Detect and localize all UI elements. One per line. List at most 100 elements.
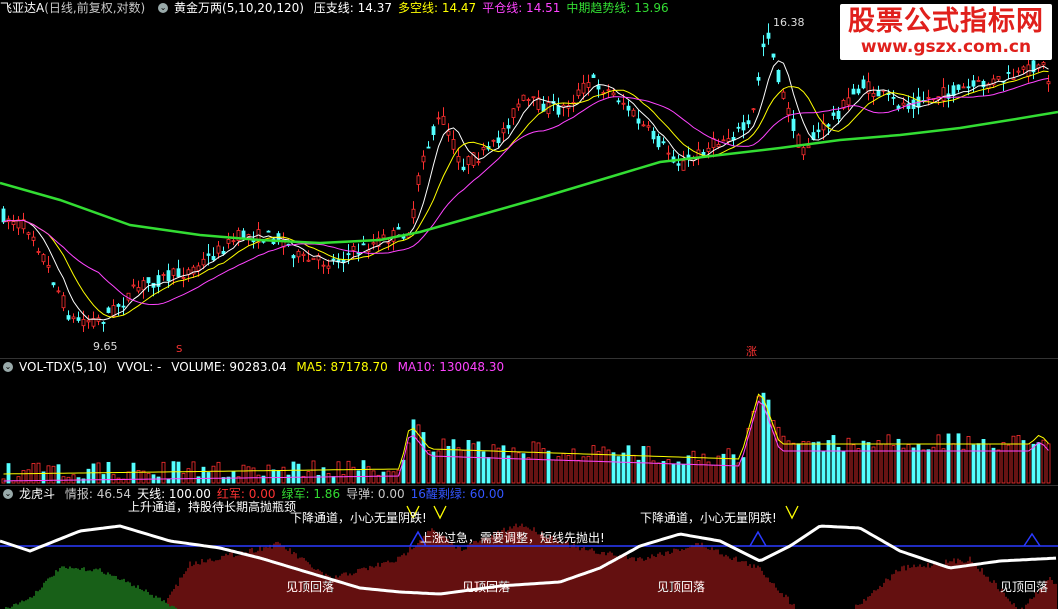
volume-pane[interactable]: ⌄ VOL-TDX(5,10) VVOL: - VOLUME: 90283.04 … — [0, 359, 1058, 485]
longhudou-name[interactable]: 龙虎斗 — [19, 487, 55, 501]
volume-chart[interactable] — [0, 359, 1058, 485]
candle-body — [381, 234, 386, 239]
lhd-field-4: 导弹: 0.00 — [346, 487, 405, 501]
candle-body — [801, 147, 806, 156]
volume-header: ⌄ VOL-TDX(5,10) VVOL: - VOLUME: 90283.04 … — [0, 359, 510, 375]
volume-bar — [276, 470, 281, 484]
candle-body — [351, 246, 356, 251]
volume-bar — [381, 471, 386, 484]
volume-bar — [101, 474, 106, 484]
volume-bar — [1036, 442, 1041, 484]
candle-body — [851, 88, 856, 95]
candle-body — [606, 89, 611, 92]
candle-body — [36, 251, 41, 253]
longhudou-pane[interactable]: ⌄ 龙虎斗 情报: 46.54 天线: 100.00 红军: 0.00 绿军: 1.86… — [0, 486, 1058, 609]
volume-bar — [591, 445, 596, 484]
candle-body — [706, 147, 711, 152]
volume-bar — [806, 441, 811, 484]
candle-body — [641, 124, 646, 127]
volume-bar — [16, 476, 21, 484]
volume-bar — [471, 443, 476, 484]
candle-body — [121, 305, 126, 308]
volume-bar — [651, 460, 656, 484]
candle-body — [491, 139, 496, 142]
volume-bar — [296, 463, 301, 484]
volume-menu-icon[interactable]: ⌄ — [3, 361, 13, 372]
candle-body — [51, 282, 56, 286]
volume-bar — [231, 471, 236, 484]
volume-bar — [921, 449, 926, 484]
candle-body — [636, 118, 641, 124]
note-peak-3: 见顶回落 — [657, 580, 706, 594]
volume-bar — [286, 474, 291, 484]
volume-bar — [926, 449, 931, 484]
candle-body — [591, 74, 596, 78]
candle-body — [11, 221, 16, 225]
candle-body — [586, 82, 591, 88]
volume-bar — [756, 396, 761, 484]
candle-body — [211, 256, 216, 261]
candle-body — [501, 128, 506, 134]
candle-body — [431, 126, 436, 135]
volume-bar — [796, 443, 801, 484]
candle-body — [626, 105, 631, 111]
candle-body — [616, 100, 621, 103]
candle-body — [631, 109, 636, 117]
candle-body — [451, 139, 456, 150]
volume-bar — [931, 446, 936, 484]
indicator-menu-icon[interactable]: ⌄ — [158, 2, 169, 13]
candle-body — [66, 315, 71, 320]
candle-body — [26, 232, 31, 235]
volume-bar — [561, 453, 566, 484]
volume-bar — [1016, 435, 1021, 484]
main-chart-pane[interactable]: 飞亚达A(日线,前复权,对数) ⌄ 黄金万两(5,10,20,120) 压支线: … — [0, 0, 1058, 358]
volume-bar — [326, 473, 331, 484]
volume-bar — [251, 467, 256, 484]
volume-bar — [141, 470, 146, 484]
volume-bar — [811, 442, 816, 484]
volume-bar — [216, 461, 221, 484]
candle-body — [666, 152, 671, 155]
volume-ma10: MA10: 130048.30 — [397, 360, 505, 374]
candle-body — [721, 139, 726, 142]
volume-bar — [426, 450, 431, 484]
volume-bar — [1021, 440, 1026, 484]
candle-body — [196, 265, 201, 271]
volume-bar — [506, 455, 511, 484]
candle-body — [181, 277, 186, 279]
volume-bar — [816, 441, 821, 484]
volume-bar — [566, 454, 571, 484]
candle-body — [951, 85, 956, 96]
volume-bar — [976, 443, 981, 484]
indicator-name[interactable]: 黄金万两(5,10,20,120) — [174, 1, 304, 15]
volume-bar — [671, 463, 676, 484]
volume-bar — [951, 443, 956, 484]
candle-body — [331, 258, 336, 261]
candle-body — [746, 120, 751, 125]
candle-body — [656, 135, 661, 148]
volume-bar — [551, 459, 556, 484]
longhudou-menu-icon[interactable]: ⌄ — [3, 488, 13, 499]
main-field-3: 中期趋势线: 13.96 — [566, 1, 669, 15]
candle-body — [831, 112, 836, 116]
ma120-trend-line — [0, 110, 1058, 245]
volume-indicator[interactable]: VOL-TDX(5,10) — [19, 360, 107, 374]
candle-body — [306, 259, 311, 262]
volume-bar — [161, 461, 166, 484]
volume-bar — [206, 472, 211, 484]
candle-body — [956, 84, 961, 90]
candle-body — [371, 242, 376, 245]
volume-bar — [511, 447, 516, 484]
volume-bar — [631, 454, 636, 484]
volume-bar — [956, 433, 961, 484]
volume-bar — [446, 445, 451, 484]
volume-bar — [311, 460, 316, 484]
volume-bar — [961, 448, 966, 484]
volume-bar — [191, 461, 196, 484]
candle-body — [506, 125, 511, 129]
watermark-url: www.gszx.com.cn — [860, 37, 1032, 57]
volume-bar — [856, 448, 861, 484]
volume-bar — [866, 442, 871, 484]
candle-body — [321, 264, 326, 267]
volume-bar — [531, 441, 536, 484]
